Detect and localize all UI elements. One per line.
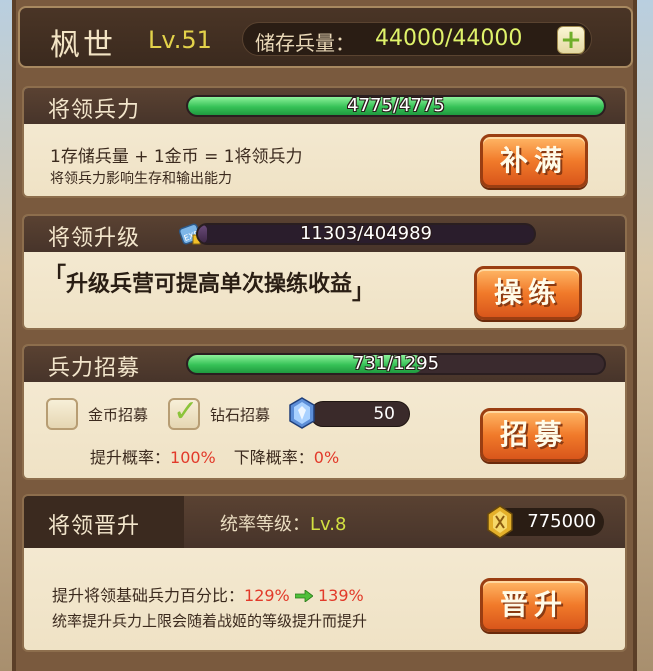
troops-bar-text: 4775/4775 xyxy=(347,95,445,116)
checkmark-icon: ✓ xyxy=(173,394,199,429)
diamond-recruit-checkbox[interactable]: ✓ xyxy=(168,394,200,430)
command-level-value: Lv.8 xyxy=(310,514,347,535)
down-rate-label: 下降概率： xyxy=(233,448,314,467)
promote-percent-label: 提升将领基础兵力百分比： xyxy=(52,586,245,605)
upgrade-panel-header: 将领升级 EXP 11303/404989 xyxy=(24,216,625,252)
train-button[interactable]: 操练 xyxy=(474,266,582,320)
gold-recruit-label: 金币招募 xyxy=(88,406,149,424)
troops-panel: 将领兵力 4775/4775 1存储兵量 + 1金币 = 1将领兵力 将领兵力影… xyxy=(22,86,627,198)
exp-bar-text: 11303/404989 xyxy=(299,223,433,244)
refill-button[interactable]: 补满 xyxy=(480,134,588,188)
troops-bar: 4775/4775 xyxy=(186,95,606,117)
command-medal-icon xyxy=(484,504,516,540)
promote-button[interactable]: 晋升 xyxy=(480,578,588,632)
plus-icon: + xyxy=(560,25,582,55)
promote-to-value: 139% xyxy=(317,586,364,605)
coin-count: 775000 xyxy=(527,511,596,532)
troops-formula: 1存储兵量 + 1金币 = 1将领兵力 xyxy=(50,147,303,167)
background-scenery-left xyxy=(0,0,12,671)
upgrade-tip: 「升级兵营可提高单次操练收益」 xyxy=(44,264,374,305)
storage-troops-label: 储存兵量： xyxy=(255,31,355,55)
promote-title: 将领晋升 xyxy=(48,514,141,539)
diamond-recruit-label: 钻石招募 xyxy=(210,406,271,424)
promote-percent-line: 提升将领基础兵力百分比：129% 139% xyxy=(52,582,364,606)
background-scenery-right xyxy=(637,0,653,671)
promote-panel: 将领晋升 统率等级：Lv.8 775000 提升将领基础兵力百分比：129% 1… xyxy=(22,494,627,652)
command-level-label: 统率等级： xyxy=(220,514,310,535)
hero-level: Lv.51 xyxy=(148,26,212,54)
up-rate-value: 100% xyxy=(170,448,216,467)
troops-title: 将领兵力 xyxy=(48,98,141,123)
recruit-bar-text: 731/1295 xyxy=(352,353,440,374)
recruit-rates: 提升概率：100% 下降概率：0% xyxy=(90,444,339,468)
down-rate-value: 0% xyxy=(313,448,340,467)
upgrade-title: 将领升级 xyxy=(48,226,141,251)
upgrade-tip-text: 升级兵营可提高单次操练收益 xyxy=(66,272,353,297)
exp-bar: 11303/404989 xyxy=(196,223,536,245)
up-rate-label: 提升概率： xyxy=(90,448,171,467)
promote-panel-header: 将领晋升 统率等级：Lv.8 775000 xyxy=(24,496,625,548)
hero-name: 枫世 xyxy=(50,28,116,63)
storage-troops-value: 44000/44000 xyxy=(375,26,523,51)
tip-open-bracket: 「 xyxy=(44,264,67,289)
diamond-count: 50 xyxy=(373,404,395,424)
arrow-right-icon xyxy=(294,587,314,603)
storage-troops-box: 储存兵量： 44000/44000 + xyxy=(242,22,592,56)
recruit-panel-header: 兵力招募 731/1295 xyxy=(24,346,625,382)
recruit-button[interactable]: 招募 xyxy=(480,408,588,462)
add-storage-button[interactable]: + xyxy=(557,26,585,54)
command-level: 统率等级：Lv.8 xyxy=(220,510,346,536)
hero-header: 枫世 Lv.51 储存兵量： 44000/44000 + xyxy=(18,6,633,68)
recruit-title: 兵力招募 xyxy=(48,356,141,381)
upgrade-panel: 将领升级 EXP 11303/404989 「升级兵营可提高单次操练收益」 操练 xyxy=(22,214,627,330)
recruit-panel: 兵力招募 731/1295 金币招募 ✓ 钻石招募 50 提升概率：100% 下降… xyxy=(22,344,627,480)
recruit-bar: 731/1295 xyxy=(186,353,606,375)
gold-recruit-checkbox[interactable] xyxy=(46,398,78,430)
troops-description: 将领兵力影响生存和输出能力 xyxy=(50,171,232,187)
diamond-count-box: 50 xyxy=(310,401,410,427)
diamond-icon xyxy=(288,396,316,430)
troops-panel-header: 将领兵力 4775/4775 xyxy=(24,88,625,124)
tip-close-bracket: 」 xyxy=(352,280,375,305)
promote-description: 统率提升兵力上限会随着战姬的等级提升而提升 xyxy=(52,612,368,630)
promote-from-value: 129% xyxy=(244,586,290,605)
